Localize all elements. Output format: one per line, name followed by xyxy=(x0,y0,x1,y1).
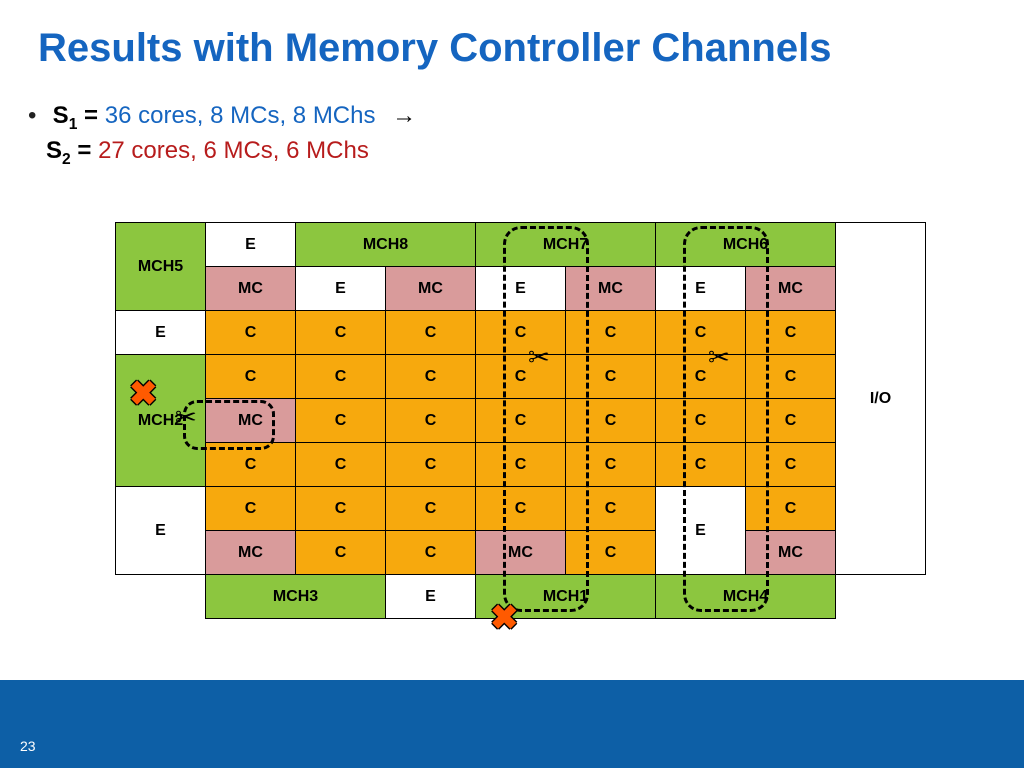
e-cell: E xyxy=(116,311,206,355)
core-cell: C xyxy=(206,311,296,355)
e-cell: E xyxy=(116,487,206,575)
core-cell: C xyxy=(296,487,386,531)
mch7-cell: MCH7 xyxy=(476,223,656,267)
core-cell: C xyxy=(746,487,836,531)
core-cell: C xyxy=(656,443,746,487)
mch4-cell: MCH4 xyxy=(656,575,836,619)
mch6-cell: MCH6 xyxy=(656,223,836,267)
mc-cell: MC xyxy=(746,267,836,311)
core-cell: C xyxy=(566,487,656,531)
core-cell: C xyxy=(386,443,476,487)
core-cell: C xyxy=(206,487,296,531)
core-cell: C xyxy=(386,311,476,355)
mch2-cell: MCH2 xyxy=(116,355,206,487)
mch1-cell: MCH1 xyxy=(476,575,656,619)
core-cell: C xyxy=(656,311,746,355)
core-cell: C xyxy=(566,443,656,487)
core-cell: C xyxy=(656,355,746,399)
e-cell: E xyxy=(656,267,746,311)
page-title: Results with Memory Controller Channels xyxy=(38,26,831,71)
core-cell: C xyxy=(656,399,746,443)
mc-cell: MC xyxy=(566,267,656,311)
core-cell: C xyxy=(296,443,386,487)
core-cell: C xyxy=(566,399,656,443)
core-cell: C xyxy=(206,443,296,487)
core-cell: C xyxy=(746,355,836,399)
footer-bar: 23 xyxy=(0,680,1024,768)
core-cell: C xyxy=(386,355,476,399)
core-cell: C xyxy=(296,355,386,399)
core-cell: C xyxy=(746,399,836,443)
core-cell: C xyxy=(566,355,656,399)
e-cell: E xyxy=(476,267,566,311)
core-cell: C xyxy=(296,531,386,575)
floorplan-grid: MCH5 E MCH8 MCH7 MCH6 I/O MC E MC E MC E… xyxy=(115,222,926,619)
core-cell: C xyxy=(296,399,386,443)
e-cell: E xyxy=(206,223,296,267)
core-cell: C xyxy=(566,311,656,355)
io-cell: I/O xyxy=(836,223,926,575)
mc-cell: MC xyxy=(206,531,296,575)
mc-cell: MC xyxy=(206,399,296,443)
core-cell: C xyxy=(206,355,296,399)
mch5-cell: MCH5 xyxy=(116,223,206,311)
core-cell: C xyxy=(746,443,836,487)
e-cell: E xyxy=(656,487,746,575)
core-cell: C xyxy=(386,531,476,575)
core-cell: C xyxy=(386,399,476,443)
mc-cell: MC xyxy=(476,531,566,575)
mc-cell: MC xyxy=(206,267,296,311)
core-cell: C xyxy=(476,399,566,443)
core-cell: C xyxy=(476,355,566,399)
mch3-cell: MCH3 xyxy=(206,575,386,619)
core-cell: C xyxy=(476,443,566,487)
core-cell: C xyxy=(386,487,476,531)
e-cell: E xyxy=(296,267,386,311)
mc-cell: MC xyxy=(746,531,836,575)
core-cell: C xyxy=(476,311,566,355)
mc-cell: MC xyxy=(386,267,476,311)
config-bullets: • S1 = 36 cores, 8 MCs, 8 MChs → S2 = 27… xyxy=(28,100,416,170)
core-cell: C xyxy=(566,531,656,575)
core-cell: C xyxy=(476,487,566,531)
e-cell: E xyxy=(386,575,476,619)
core-cell: C xyxy=(296,311,386,355)
core-cell: C xyxy=(746,311,836,355)
mch8-cell: MCH8 xyxy=(296,223,476,267)
page-number: 23 xyxy=(20,738,36,754)
